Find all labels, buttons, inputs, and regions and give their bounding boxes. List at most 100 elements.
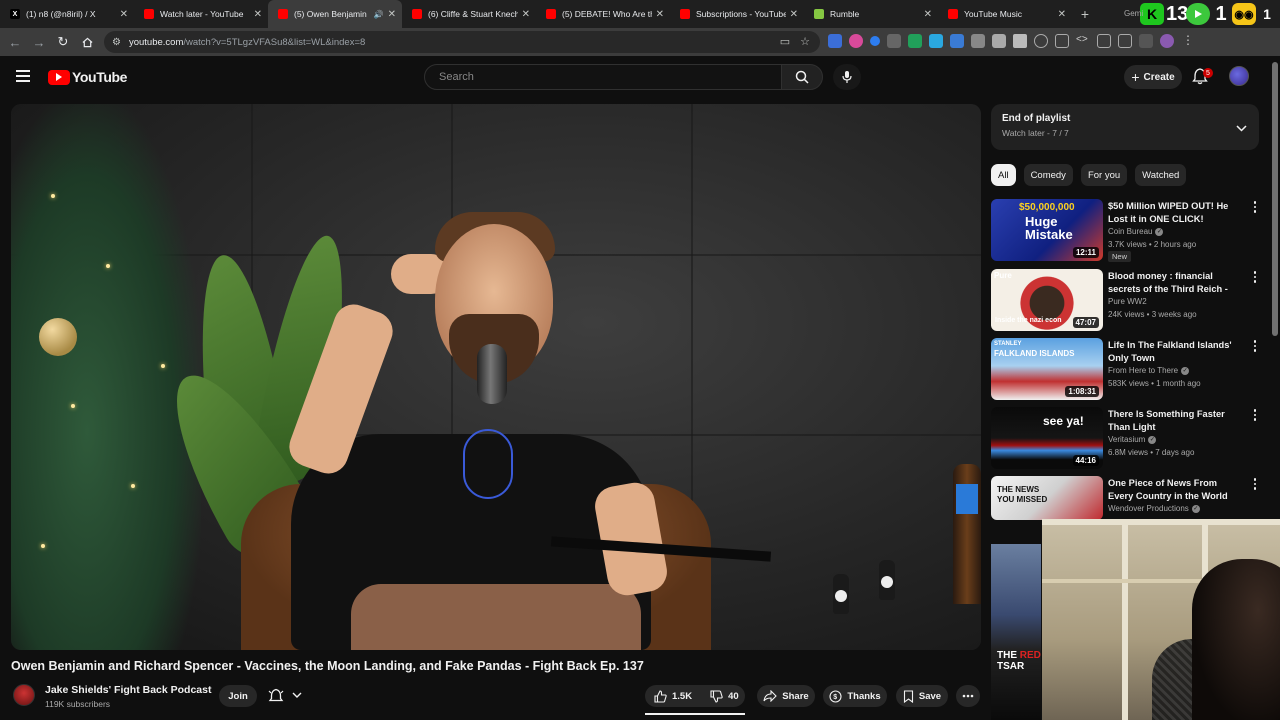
extension-icon-9[interactable] xyxy=(992,34,1006,48)
more-vert-icon[interactable] xyxy=(1252,478,1258,492)
video-thumbnail[interactable]: THE NEWS YOU MISSED xyxy=(991,476,1103,520)
extension-icon-10[interactable] xyxy=(1055,34,1069,48)
browser-tab[interactable]: YouTube Music ✕ xyxy=(938,0,1072,28)
recommended-video[interactable]: see ya! 44:16 There Is Something Faster Th… xyxy=(991,407,1261,471)
tab-close-icon[interactable]: ✕ xyxy=(656,9,664,20)
recommended-video[interactable]: $50,000,000 Huge Mistake 12:11 $50 Million … xyxy=(991,199,1261,263)
extension-icon-4[interactable] xyxy=(887,34,901,48)
like-button[interactable]: 1.5K xyxy=(645,685,701,707)
dislike-button[interactable]: 40 xyxy=(701,685,748,707)
chevron-down-icon[interactable] xyxy=(1236,119,1247,137)
recommended-channel[interactable]: Wendover Productions ✓ xyxy=(1108,504,1200,513)
extension-icon-5[interactable] xyxy=(908,34,922,48)
sidepanel-icon[interactable] xyxy=(1118,34,1132,48)
extension-icon-6[interactable] xyxy=(929,34,943,48)
join-button[interactable]: Join xyxy=(219,685,257,707)
home-icon[interactable] xyxy=(75,30,99,54)
account-avatar[interactable] xyxy=(1229,66,1249,86)
tab-close-icon[interactable]: ✕ xyxy=(254,9,262,20)
video-thumbnail[interactable]: $50,000,000 Huge Mistake 12:11 xyxy=(991,199,1103,261)
hamburger-menu-icon[interactable] xyxy=(16,70,30,82)
filter-chip[interactable]: For you xyxy=(1080,164,1128,186)
more-vert-icon[interactable] xyxy=(1252,340,1258,354)
tab-close-icon[interactable]: ✕ xyxy=(388,9,396,20)
puzzle-icon[interactable] xyxy=(1013,34,1027,48)
subscription-bell-icon[interactable] xyxy=(268,688,284,709)
bot-extension-icon[interactable]: ◉◉ xyxy=(1232,3,1256,25)
page-scrollbar[interactable] xyxy=(1272,62,1278,336)
browser-tab[interactable]: Rumble ✕ xyxy=(804,0,938,28)
reload-icon[interactable]: ↻ xyxy=(51,30,75,54)
video-thumbnail[interactable]: see ya! 44:16 xyxy=(991,407,1103,469)
tab-close-icon[interactable]: ✕ xyxy=(522,9,530,20)
thanks-button[interactable]: $ Thanks xyxy=(823,685,887,707)
new-badge: New xyxy=(1108,251,1132,262)
extension-icon-8[interactable] xyxy=(971,34,985,48)
new-tab-icon[interactable]: + xyxy=(1076,6,1094,22)
search-button[interactable] xyxy=(781,64,823,90)
ornament xyxy=(39,318,77,356)
browser-tab[interactable]: (6) Cliffe & Stuart Knech ✕ xyxy=(402,0,536,28)
tab-close-icon[interactable]: ✕ xyxy=(924,9,932,20)
more-vert-icon[interactable] xyxy=(1252,271,1258,285)
tab-close-icon[interactable]: ✕ xyxy=(120,9,128,20)
more-vert-icon[interactable] xyxy=(1252,409,1258,423)
profile-icon[interactable] xyxy=(1160,34,1174,48)
more-thumbnails[interactable] xyxy=(991,544,1041,720)
create-button[interactable]: + Create xyxy=(1124,65,1182,89)
recommended-video-title[interactable]: There Is Something Faster Than Light xyxy=(1108,408,1244,433)
youtube-logo[interactable]: YouTube xyxy=(48,69,127,85)
install-app-icon[interactable]: ▭ xyxy=(780,35,790,48)
channel-avatar[interactable] xyxy=(13,684,35,706)
recommended-channel[interactable]: From Here to There ✓ xyxy=(1108,366,1190,375)
history-icon[interactable] xyxy=(1034,34,1048,48)
recommended-channel[interactable]: Pure WW2 xyxy=(1108,297,1147,306)
play-extension-icon[interactable] xyxy=(1186,3,1210,25)
recommended-video-title[interactable]: One Piece of News From Every Country in … xyxy=(1108,477,1244,502)
save-button[interactable]: Save xyxy=(896,685,948,707)
extension-icon-3[interactable] xyxy=(870,36,880,46)
more-vert-icon[interactable] xyxy=(1252,201,1258,215)
extension-icon-2[interactable] xyxy=(849,34,863,48)
more-actions-button[interactable] xyxy=(956,685,980,707)
recommended-video[interactable]: STANLEY FALKLAND ISLANDS 1:08:31 Life In Th… xyxy=(991,338,1261,402)
channel-name[interactable]: Jake Shields' Fight Back Podcast xyxy=(45,684,211,696)
voice-search-button[interactable] xyxy=(833,64,861,90)
search-input[interactable]: Search xyxy=(424,64,782,90)
tab-close-icon[interactable]: ✕ xyxy=(1058,9,1066,20)
browser-tab[interactable]: (5) DEBATE! Who Are th ✕ xyxy=(536,0,670,28)
chrome-menu-icon[interactable]: ⋮ xyxy=(1181,34,1195,48)
tab-close-icon[interactable]: ✕ xyxy=(790,9,798,20)
chevron-down-icon[interactable] xyxy=(292,690,302,700)
bookmark-star-icon[interactable]: ☆ xyxy=(800,35,810,48)
extension-icon-1[interactable] xyxy=(828,34,842,48)
browser-tab[interactable]: (5) Owen Benjamin 🔊 ✕ xyxy=(268,0,402,28)
browser-tab[interactable]: X (1) n8 (@n8iril) / X ✕ xyxy=(0,0,134,28)
playlist-panel[interactable]: End of playlist Watch later - 7 / 7 xyxy=(991,104,1259,150)
extension-icon-7[interactable] xyxy=(950,34,964,48)
video-thumbnail[interactable]: STANLEY FALKLAND ISLANDS 1:08:31 xyxy=(991,338,1103,400)
share-button[interactable]: Share xyxy=(757,685,815,707)
site-info-icon[interactable]: ⚙ xyxy=(112,37,121,48)
recommended-channel[interactable]: Veritasium ✓ xyxy=(1108,435,1157,444)
filter-chip[interactable]: All xyxy=(991,164,1016,186)
recommended-video-title[interactable]: Life In The Falkland Islands' Only Town xyxy=(1108,339,1244,364)
media-icon[interactable] xyxy=(1139,34,1153,48)
filter-chip[interactable]: Comedy xyxy=(1023,164,1073,186)
extension-icon-11[interactable] xyxy=(1097,34,1111,48)
recommended-video-title[interactable]: $50 Million WIPED OUT! He Lost it in ONE… xyxy=(1108,200,1244,225)
browser-tab[interactable]: Watch later - YouTube ✕ xyxy=(134,0,268,28)
browser-tab[interactable]: Subscriptions - YouTube ✕ xyxy=(670,0,804,28)
address-bar[interactable]: ⚙ youtube.com/watch?v=5TLgzVFASu8&list=W… xyxy=(104,31,820,53)
video-player[interactable] xyxy=(11,104,981,650)
tab-audio-icon[interactable]: 🔊 xyxy=(374,10,384,19)
recommended-video[interactable]: Pure Inside the nazi econ 47:07 Blood money… xyxy=(991,269,1261,333)
devtools-icon[interactable]: <> xyxy=(1076,34,1090,48)
recommended-channel[interactable]: Coin Bureau ✓ xyxy=(1108,227,1164,236)
forward-icon[interactable]: → xyxy=(27,30,51,54)
recommended-video-title[interactable]: Blood money : financial secrets of the T… xyxy=(1108,270,1244,296)
video-thumbnail[interactable]: Pure Inside the nazi econ 47:07 xyxy=(991,269,1103,331)
filter-chip[interactable]: Watched xyxy=(1135,164,1187,186)
k-extension-icon[interactable]: K xyxy=(1140,3,1164,25)
back-icon[interactable]: ← xyxy=(3,30,27,54)
